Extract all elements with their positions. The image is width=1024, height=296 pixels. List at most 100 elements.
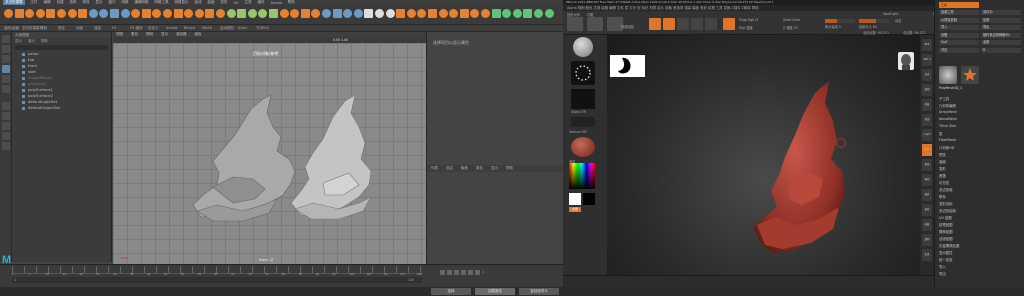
shelf-tab[interactable]: 雕刻	[40, 26, 47, 31]
shelf-tool-icon[interactable]	[428, 9, 437, 18]
shelf-tool-icon[interactable]	[279, 9, 289, 18]
scale-mode-button[interactable]	[691, 18, 703, 30]
shelf-tool-icon[interactable]	[131, 9, 141, 18]
tool-subpalette-item[interactable]: 可见性	[939, 180, 949, 185]
right-shelf-button[interactable]: BPR	[922, 39, 932, 51]
shelf-tab[interactable]: FX 缓存	[130, 26, 143, 31]
move-tool-icon[interactable]	[2, 65, 10, 73]
shelf-tool-icon[interactable]	[502, 9, 512, 18]
shelf-tool-icon[interactable]	[470, 9, 480, 18]
select-tool-icon[interactable]	[2, 35, 10, 43]
paint-select-icon[interactable]	[2, 55, 10, 63]
tool-subpalette-item[interactable]: 多边形组	[939, 187, 953, 192]
load-attributes-button[interactable]: 加载属性	[475, 288, 515, 295]
shelf-tool-icon[interactable]	[269, 9, 278, 18]
shelf-tool-icon[interactable]	[353, 9, 363, 18]
tool-subpalette-item[interactable]: 多边形绘制	[939, 208, 956, 213]
right-shelf-button[interactable]: 缩放	[922, 189, 932, 201]
shelf-tool-icon[interactable]	[216, 9, 225, 18]
right-shelf-button[interactable]: 旋转	[922, 204, 932, 216]
shelf-tool-icon[interactable]	[481, 9, 490, 18]
stroke-icon[interactable]	[571, 61, 595, 85]
step-forward-icon[interactable]	[468, 270, 473, 275]
shelf-tool-icon[interactable]	[290, 9, 300, 18]
material-icon[interactable]	[571, 137, 595, 157]
shelf-tool-icon[interactable]	[25, 9, 35, 18]
swap-color-button[interactable]: 交换	[569, 207, 581, 212]
right-shelf-button[interactable]: 线框	[922, 219, 932, 231]
right-shelf-button[interactable]: L.Sym	[922, 129, 932, 141]
shelf-tab[interactable]: FX	[112, 26, 116, 30]
outliner-menu-display[interactable]: 显示	[15, 38, 22, 44]
tool-subpalette-item[interactable]: 层	[939, 131, 942, 136]
alpha-icon[interactable]	[571, 89, 595, 109]
current-tool-thumbnail[interactable]	[939, 66, 957, 84]
tool-subpalette-item[interactable]: 遮罩	[939, 173, 946, 178]
draw-mode-button[interactable]	[663, 18, 675, 30]
layout-side-icon[interactable]	[2, 122, 10, 130]
tool-subpalette-item[interactable]: 置换贴图	[939, 229, 953, 234]
shelf-tool-icon[interactable]	[184, 9, 194, 18]
shelf-tab[interactable]: 自定义	[148, 26, 159, 31]
navigation-thumbnail[interactable]	[610, 55, 645, 77]
orientation-head-icon[interactable]	[898, 52, 914, 70]
shelf-tab[interactable]: Arnold	[166, 26, 177, 30]
spotlight-label[interactable]: SpotLight	[883, 12, 898, 16]
step-back-icon[interactable]	[447, 270, 452, 275]
dynamic-label[interactable]: 动态	[895, 18, 901, 23]
right-shelf-button[interactable]: 地板	[922, 99, 932, 111]
attr-menu-item[interactable]: 帮助	[506, 165, 513, 172]
maya-meshes[interactable]	[173, 87, 373, 247]
shelf-tool-icon[interactable]	[491, 9, 501, 18]
shelf-tool-icon[interactable]	[205, 9, 215, 18]
shelf-tool-icon[interactable]	[110, 9, 119, 18]
sculpted-model[interactable]	[727, 75, 847, 275]
tool-subpalette-item[interactable]: 几何体编辑	[939, 103, 956, 108]
shelf-tool-icon[interactable]	[534, 9, 543, 18]
shelf-tab[interactable]: Bifrost	[184, 26, 195, 30]
rotate-tool-icon[interactable]	[2, 75, 10, 83]
right-shelf-button[interactable]: 透明	[922, 234, 932, 246]
shelf-tool-icon[interactable]	[417, 9, 427, 18]
attr-menu-item[interactable]: 选定	[446, 165, 453, 172]
attr-menu-item[interactable]: 列表	[431, 165, 438, 172]
tool-subpalette-item[interactable]: 几何体HD	[939, 145, 954, 150]
shelf-tool-icon[interactable]	[332, 9, 342, 18]
layout-single-icon[interactable]	[2, 102, 10, 110]
star-tool-icon[interactable]	[961, 66, 979, 84]
shelf-tool-icon[interactable]	[194, 9, 204, 18]
shelf-tool-icon[interactable]	[4, 9, 13, 18]
shelf-tool-icon[interactable]	[322, 9, 331, 18]
shelf-tool-icon[interactable]	[57, 9, 66, 18]
attr-menu-item[interactable]: 显示	[491, 165, 498, 172]
tool-subpalette-item[interactable]: 曲面	[939, 159, 946, 164]
shelf-tool-icon[interactable]	[364, 9, 374, 18]
shelf-tool-icon[interactable]	[449, 9, 459, 18]
shelf-tool-icon[interactable]	[385, 9, 395, 18]
tool-subpalette-item[interactable]: 导入	[939, 264, 946, 269]
tool-subpalette-item[interactable]: 预览	[939, 152, 946, 157]
edit-mode-button[interactable]	[649, 18, 661, 30]
mrgb-button[interactable]	[723, 18, 735, 30]
shelf-tool-icon[interactable]	[88, 9, 98, 18]
attr-menu-item[interactable]: 属性	[476, 165, 483, 172]
tool-subpalette-item[interactable]: FiberMesh	[939, 138, 956, 142]
range-start[interactable]: 1	[14, 278, 16, 282]
tool-subpalette-item[interactable]: 统一蒙皮	[939, 257, 953, 262]
mesh-left[interactable]	[192, 94, 296, 222]
tool-action-button[interactable]: R	[981, 47, 1021, 53]
lightbox-button[interactable]	[587, 17, 603, 31]
shelf-tool-icon[interactable]	[173, 9, 183, 18]
outliner-search-input[interactable]	[15, 45, 108, 50]
shelf-tool-icon[interactable]	[78, 9, 88, 18]
shelf-tab[interactable]: 绑定	[58, 26, 65, 31]
shelf-tab[interactable]: MASH	[202, 26, 212, 30]
tool-subpalette-item[interactable]: 联系	[939, 194, 946, 199]
tool-subpalette-item[interactable]: 矢量置换贴图	[939, 243, 959, 248]
shelf-tool-icon[interactable]	[141, 9, 151, 18]
tool-action-button[interactable]: GoZ	[939, 40, 979, 45]
outliner-item[interactable]: defaultObjectSet	[12, 105, 111, 111]
tool-palette-header[interactable]: 工具	[939, 2, 979, 8]
outliner-menu-help[interactable]: 帮助	[41, 38, 48, 44]
maya-menu-item[interactable]: Arnold	[270, 1, 281, 5]
